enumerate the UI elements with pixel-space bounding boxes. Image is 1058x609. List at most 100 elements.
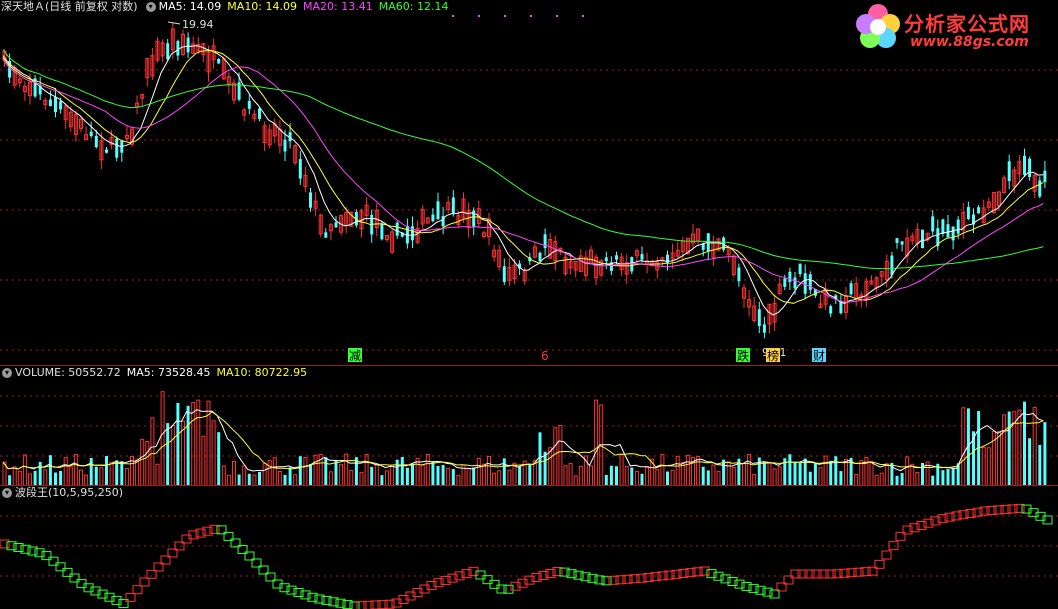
volume-bar <box>344 453 349 486</box>
volume-bar <box>420 464 425 486</box>
volume-bar <box>951 467 955 486</box>
candle-body <box>1038 180 1042 197</box>
volume-bar <box>884 463 889 486</box>
volume-chart-panel[interactable]: ▾ VOLUME: 50552.72 MA5: 73528.45 MA10: 8… <box>0 366 1058 486</box>
volume-bar <box>155 463 160 486</box>
band-box <box>349 601 360 609</box>
candle-body <box>334 222 338 228</box>
band-box <box>6 541 17 551</box>
ma20-line <box>2 59 1044 303</box>
settings-toggle-icon[interactable]: ▾ <box>145 2 156 12</box>
volume-bar <box>191 401 196 486</box>
band-box <box>90 586 101 596</box>
volume-bar <box>481 463 486 486</box>
ma10-label: MA10: 14.09 <box>227 0 298 13</box>
band-box <box>993 505 1004 515</box>
volume-bar <box>634 470 639 486</box>
event-marker: 6 <box>541 349 549 363</box>
volume-toggle-icon[interactable]: ▾ <box>2 368 12 378</box>
volume-bar <box>38 461 42 486</box>
indicator-panel[interactable]: ▾ 波段王(10,5,95,250) <box>0 486 1058 609</box>
candle-body <box>615 255 618 260</box>
indicator-chart[interactable] <box>0 486 1058 609</box>
volume-bar <box>910 463 915 486</box>
band-box <box>139 577 150 587</box>
high-pointer <box>167 21 181 25</box>
candle-body <box>309 192 312 208</box>
volume-bar <box>176 402 180 486</box>
band-box <box>755 585 766 595</box>
band-box <box>846 568 857 578</box>
volume-bar <box>400 456 404 486</box>
volume-bar <box>120 461 124 486</box>
volume-bar <box>124 468 129 486</box>
band-box <box>202 526 213 536</box>
band-box <box>825 569 836 579</box>
band-box <box>209 524 220 534</box>
volume-bar <box>507 469 512 486</box>
candle-body <box>166 43 170 60</box>
volume-bar <box>685 454 690 486</box>
band-box <box>741 582 752 592</box>
volume-bar <box>619 454 624 486</box>
volume-bar <box>145 441 150 486</box>
volume-bar <box>221 465 226 486</box>
band-box <box>853 567 864 577</box>
band-box <box>762 587 773 597</box>
band-box <box>41 551 52 561</box>
volume-bar <box>17 470 22 486</box>
volume-bar <box>578 465 583 486</box>
volume-bar <box>1032 406 1037 486</box>
volume-bar <box>1038 445 1042 486</box>
candle-body <box>395 222 399 236</box>
ma5-label: MA5: 14.09 <box>158 0 222 13</box>
band-box <box>615 575 626 585</box>
volume-bar <box>196 399 201 486</box>
volume-bar <box>68 466 73 486</box>
candle-body <box>895 238 899 243</box>
band-box <box>377 600 388 609</box>
band-box <box>524 575 535 585</box>
volume-bar <box>446 467 451 486</box>
indicator-toggle-icon[interactable]: ▾ <box>2 488 12 498</box>
volume-bar <box>1028 438 1032 486</box>
band-box <box>797 569 808 579</box>
band-box <box>489 579 500 589</box>
band-box <box>888 541 899 551</box>
logo-url: www.88gs.com <box>910 34 1029 50</box>
volume-bar <box>548 447 553 486</box>
volume-bar <box>309 464 312 486</box>
volume-bar <box>670 469 675 486</box>
band-box <box>510 581 521 591</box>
candle-body <box>217 58 221 64</box>
ma60-line <box>2 49 1044 270</box>
volume-bar <box>1043 422 1047 486</box>
volume-chart[interactable] <box>0 366 1058 486</box>
flower-logo-icon <box>856 4 900 48</box>
band-box <box>923 518 934 528</box>
band-box <box>608 575 619 585</box>
band-box <box>727 577 738 586</box>
ma10-line <box>2 50 1044 304</box>
volume-bar <box>170 425 175 486</box>
volume-bar <box>1007 411 1011 486</box>
band-box <box>790 569 801 579</box>
price-chart[interactable]: 19.949.81减6跌榜财 <box>0 0 1058 366</box>
volume-bar <box>390 464 395 486</box>
band-box <box>552 567 563 577</box>
price-chart-panel[interactable]: 19.949.81减6跌榜财 深天地Ａ(日线 前复权 对数) ▾ MA5: 14… <box>0 0 1058 366</box>
volume-bar <box>808 471 812 486</box>
site-logo: 分析家公式网 www.88gs.com <box>852 2 1052 52</box>
volume-bar <box>905 456 910 486</box>
volume-bar <box>109 461 114 486</box>
volume-bar <box>660 453 665 486</box>
event-marker: 榜 <box>767 348 779 363</box>
volume-bar <box>166 423 170 486</box>
volume-bar <box>594 399 599 486</box>
volume-bar <box>277 470 282 486</box>
candle-body <box>89 131 93 137</box>
volume-bar <box>762 461 766 486</box>
volume-bar <box>915 472 920 486</box>
volume-bar <box>696 456 701 486</box>
volume-bar <box>981 446 986 486</box>
